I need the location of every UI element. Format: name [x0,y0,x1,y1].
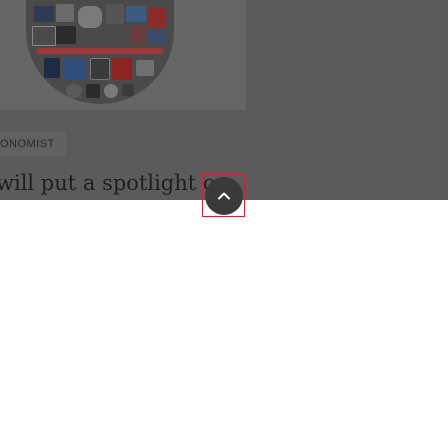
section-label: ONOMIST [0,132,66,156]
chevron-up-icon [217,192,230,199]
article-image[interactable] [0,0,246,110]
mosaic-illustration-icon [26,0,174,104]
scroll-to-top-button[interactable] [202,174,245,217]
page: ONOMIST will put a spotlight on [0,0,448,448]
scroll-to-top-circle [204,176,243,215]
article-headline[interactable]: will put a spotlight on [0,169,326,200]
